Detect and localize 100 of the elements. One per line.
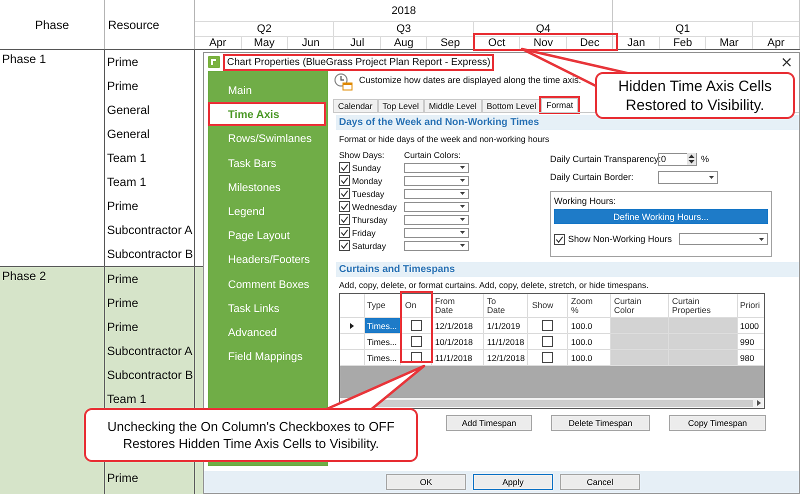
tab[interactable]: Format [541, 98, 578, 112]
quarter-cell: Q3 [334, 22, 473, 37]
checkbox[interactable] [410, 336, 422, 347]
color-dropdown[interactable] [404, 214, 469, 224]
column-header: To Date [484, 294, 528, 317]
color-dropdown[interactable] [404, 228, 469, 238]
table-row[interactable]: Times... 12/1/2018 1/1/2019 100.0 1000 [340, 318, 764, 334]
checkbox[interactable] [554, 234, 565, 244]
arrow-right-icon[interactable] [757, 400, 761, 406]
caret-icon [709, 176, 714, 178]
dialog-button[interactable]: Apply [473, 474, 553, 490]
resource-cell-text: Prime [106, 54, 140, 71]
dialog-button[interactable]: OK [386, 474, 466, 490]
spinner-arrows-icon [687, 153, 696, 165]
section-header: Curtains and Timespans [336, 262, 799, 277]
table-cell: 11/1/2018 [432, 350, 484, 365]
column-header: Show [528, 294, 568, 317]
table-cell: 12/1/2018 [484, 350, 528, 365]
resource-cell-text: Prime [106, 78, 140, 95]
close-button[interactable]: × [774, 53, 799, 71]
month-cell-text: Dec [578, 37, 600, 49]
caret-icon [460, 166, 465, 169]
month-cell-text: Jun [300, 37, 321, 49]
color-dropdown[interactable] [404, 176, 469, 186]
checkbox[interactable] [339, 240, 350, 251]
tab[interactable]: Bottom Level [482, 99, 542, 112]
field-label: Daily Curtain Transparency: [550, 154, 658, 164]
column-header: On [401, 294, 432, 317]
caret-icon [460, 231, 465, 234]
month-cell: Apr [195, 37, 242, 49]
tab[interactable]: Middle Level [424, 99, 482, 112]
calendar-clock-icon [333, 73, 353, 91]
dropdown[interactable] [658, 170, 718, 184]
timespan-button[interactable]: Copy Timespan [669, 415, 766, 431]
sidebar-item[interactable]: Time Axis [208, 102, 326, 126]
tab[interactable]: Calendar [333, 99, 378, 112]
tab[interactable]: Top Level [378, 99, 424, 112]
table-cell-text: 990 [739, 336, 756, 348]
table-cell-text: 1000 [739, 320, 760, 332]
table-cell: Times... [365, 318, 401, 333]
checkbox-label: Thursday [352, 214, 388, 224]
checkbox[interactable] [339, 175, 350, 186]
checkbox[interactable] [339, 188, 350, 199]
phase-cell: Phase 2 [0, 267, 105, 494]
checkbox[interactable] [542, 320, 553, 331]
caret-icon [460, 179, 465, 182]
table-cell: 1/1/2019 [484, 318, 528, 333]
checkbox-label: Tuesday [352, 188, 384, 198]
resource-cell-text: Subcontractor B [106, 246, 194, 263]
resource-cell-text: Prime [106, 470, 140, 487]
resource-cell-text: Team 1 [106, 150, 148, 167]
month-cell: Jan [613, 37, 660, 49]
section-description: Add, copy, delete, or format curtains. Add, copy, delete, stretch, or hide timespans. [338, 279, 650, 292]
resource-cell-text: Team 1 [106, 391, 148, 408]
spin-field[interactable]: 0 [658, 152, 697, 166]
checkbox-label: Friday [352, 228, 376, 238]
color-dropdown[interactable] [404, 188, 469, 198]
color-dropdown[interactable] [404, 162, 469, 172]
column-header: Curtain Properties [669, 294, 738, 317]
checkbox[interactable] [339, 227, 350, 238]
color-dropdown[interactable] [404, 202, 469, 212]
resource-cell-text: General [106, 102, 151, 119]
highlight-frame [400, 291, 433, 363]
month-cell-text: Apr [766, 37, 786, 49]
caret-icon [460, 192, 465, 195]
column-header: Priori [739, 299, 761, 312]
scrollbar[interactable] [340, 398, 764, 408]
color-cell [611, 350, 669, 365]
table-row[interactable]: Times... 10/1/2018 11/1/2018 100.0 990 [340, 334, 764, 350]
table-cell: Times... [365, 334, 401, 349]
timespan-button[interactable]: Delete Timespan [551, 415, 650, 431]
month-cell: Aug [380, 37, 428, 49]
column-header: Zoom % [568, 294, 611, 317]
phase-cell: Phase 1 [0, 50, 105, 266]
checkbox[interactable] [339, 162, 350, 173]
properties-cell [669, 350, 738, 365]
checkbox[interactable] [339, 201, 350, 212]
checkbox[interactable] [339, 214, 350, 225]
checkbox[interactable] [542, 352, 553, 363]
unit-label: % [701, 154, 710, 164]
timespan-button[interactable]: Add Timespan [446, 415, 532, 431]
month-cell: Oct [474, 37, 520, 49]
quarter-cell: Q4 [474, 22, 612, 37]
intro-text: Customize how dates are displayed along the time axis. [359, 74, 582, 85]
checkbox-label: Sunday [352, 162, 381, 172]
checkbox[interactable] [542, 336, 553, 347]
resource-cell-text: Prime [106, 295, 140, 312]
month-cell: Jul [334, 37, 381, 49]
resource-cell-text: Team 1 [106, 174, 148, 191]
table-cell: 11/1/2018 [484, 334, 528, 349]
checkbox-label: Wednesday [352, 202, 397, 212]
define-hours-button[interactable]: Define Working Hours... [554, 209, 768, 224]
section-description: Format or hide days of the week and non-working hours [338, 133, 550, 146]
dropdown[interactable] [678, 233, 768, 245]
dialog-button[interactable]: Cancel [560, 474, 640, 490]
checkbox[interactable] [410, 320, 422, 331]
color-dropdown[interactable] [404, 240, 469, 250]
field-label: Show Days: [339, 150, 386, 160]
caret-icon [460, 205, 465, 208]
resource-cell-text: Subcontractor A [106, 222, 194, 239]
